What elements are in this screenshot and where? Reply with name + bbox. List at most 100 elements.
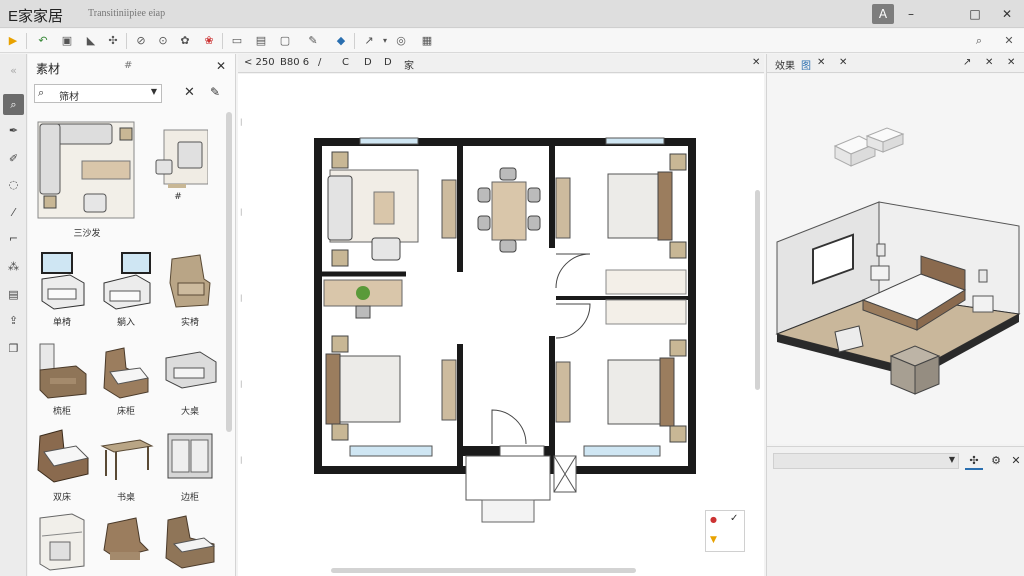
warning-icon: ▼ [710,535,717,545]
window-chair-thumbnail [41,252,85,310]
export-tool-icon[interactable]: ⇪ [3,310,24,331]
layers-tool-icon[interactable]: ❐ [3,338,24,359]
edit-icon[interactable]: ✎ [210,85,220,99]
search-icon: ⌕ [38,86,45,99]
ruler-mark: | [240,118,243,126]
plan-horizontal-scrollbar[interactable] [331,568,636,573]
camera-icon[interactable]: ◎ [392,32,410,50]
monitor-icon[interactable]: ▢ [276,32,294,50]
sofa-set-thumbnail [37,121,135,219]
property-select[interactable]: ▼ [773,453,959,469]
panel-close-button[interactable]: ✕ [839,57,847,68]
wand-tool-icon[interactable]: ⁄ [3,202,24,223]
window-icon[interactable]: ▤ [252,32,270,50]
brush-tool-icon[interactable]: ✐ [3,148,24,169]
float-panel-button[interactable]: ↗ [963,57,971,68]
tab-plan-b[interactable]: B80 6 [280,57,309,68]
tile-label: 双床 [52,493,71,503]
panel-close-alt-button[interactable]: ✕ [985,57,993,68]
tab-3d-view[interactable]: 图 [801,57,811,72]
snap-icon[interactable]: ✣ [104,32,122,50]
plan-vertical-scrollbar[interactable] [755,190,760,390]
tab-plan-slash[interactable]: / [318,57,321,68]
tile-label: 实椅 [180,318,199,328]
catalog-tile[interactable]: 书桌 [96,424,156,504]
ruler-mark: | [240,456,243,464]
catalog-search-value: 筛材 [59,92,79,103]
armchair-set-thumbnail [155,129,208,188]
minimize-button[interactable]: – [900,4,922,24]
tab-plan-d[interactable]: D [364,57,372,68]
color-icon[interactable]: ❀ [200,32,218,50]
catalog-tile[interactable]: 边柜 [160,424,220,504]
3d-preview-panel: 效果 图 ✕ ✕ ↗ ✕ ✕ ▼ ✣ ⚙ ✕ [766,54,1024,576]
toolbar-divider [26,33,27,49]
paint-icon[interactable]: ✿ [176,32,194,50]
collapse-icon[interactable]: « [3,60,24,81]
catalog-tile[interactable]: 书架 [32,510,92,576]
close-button[interactable]: ✕ [996,4,1018,24]
search-icon[interactable]: ⌕ [970,32,988,50]
link-icon[interactable]: ⊘ [132,32,150,50]
double-bed-thumbnail [37,429,89,483]
wall-tool-icon[interactable]: ◣ [82,32,100,50]
maximize-button[interactable]: □ [964,4,986,24]
image-tool-icon[interactable]: ▤ [3,284,24,305]
panel-close-extra-button[interactable]: ✕ [1007,57,1015,68]
catalog-tile[interactable]: 床柜 [96,338,156,418]
3d-viewport[interactable] [767,74,1024,444]
catalog-scrollbar[interactable] [226,112,232,432]
3d-tab-bar: 效果 图 ✕ ✕ ↗ ✕ ✕ [767,54,1024,73]
catalog-tile[interactable]: 三沙发 [32,116,142,239]
lasso-tool-icon[interactable]: ◌ [3,174,24,195]
desk-thumbnail [100,439,154,480]
search-tool-icon[interactable]: ⌕ [3,94,24,115]
single-bed-thumbnail [103,347,149,399]
account-button[interactable]: A [872,4,894,24]
ruler-mark: | [240,208,243,216]
pipe-tool-icon[interactable]: ⌐ [3,228,24,249]
clear-search-button[interactable]: ✕ [184,85,195,100]
group-tool-icon[interactable]: ⁂ [3,256,24,277]
tab-plan-f[interactable]: 家 [404,57,414,72]
zoom-icon[interactable]: ⊙ [154,32,172,50]
catalog-tile[interactable]: 躺入 [96,249,156,329]
catalog-tile[interactable]: 实椅 [160,249,220,329]
undo-icon[interactable]: ↶ [34,32,52,50]
floor-plan-canvas[interactable] [238,74,764,576]
measure-icon[interactable]: ✎ [304,32,322,50]
tab-3d-close[interactable]: ✕ [817,57,825,68]
sideboard-thumbnail [167,433,213,479]
catalog-tile[interactable]: 单椅 [32,249,92,329]
check-icon: ✓ [730,513,739,524]
tab-plan-e[interactable]: D [384,57,392,68]
catalog-search-select[interactable]: ⌕ 筛材 ▼ [34,84,162,103]
left-tool-strip: « ⌕ ✒ ✐ ◌ ⁄ ⌐ ⁂ ▤ ⇪ ❐ [0,54,27,576]
tab-plan-left[interactable]: < 250 [244,57,275,68]
save-icon[interactable]: ▣ [58,32,76,50]
catalog-tile[interactable]: 躺椅 [96,510,156,576]
tab-plan-c[interactable]: C [342,57,349,68]
catalog-tile[interactable]: # [148,126,208,206]
pin-icon[interactable]: # [124,60,132,71]
menu-arrow-icon[interactable]: ▶ [4,32,22,50]
material-icon[interactable]: ◆ [332,32,350,50]
catalog-tile[interactable]: 大桌 [160,338,220,418]
navigator-widget[interactable]: ● ✓ ▼ [705,510,745,552]
pen-tool-icon[interactable]: ✒ [3,120,24,141]
tab-3d-effect[interactable]: 效果 [775,57,795,72]
settings-icon[interactable]: ⚙ [987,452,1005,470]
toolbar-divider [354,33,355,49]
catalog-tile[interactable]: 柜架 [160,510,220,576]
move-icon[interactable]: ✣ [965,452,983,470]
plan-close-button[interactable]: ✕ [752,57,760,68]
door-icon[interactable]: ▭ [228,32,246,50]
tile-label: 单椅 [52,318,71,328]
tile-label: 躺入 [116,318,135,328]
props-close-icon[interactable]: ✕ [1007,452,1024,470]
toolbar-close-icon[interactable]: ✕ [1000,32,1018,50]
catalog-tile[interactable]: 双床 [32,424,92,504]
catalog-close-button[interactable]: ✕ [216,59,226,73]
catalog-tile[interactable]: 梳柜 [32,338,92,418]
grid-icon[interactable]: ▦ [418,32,436,50]
